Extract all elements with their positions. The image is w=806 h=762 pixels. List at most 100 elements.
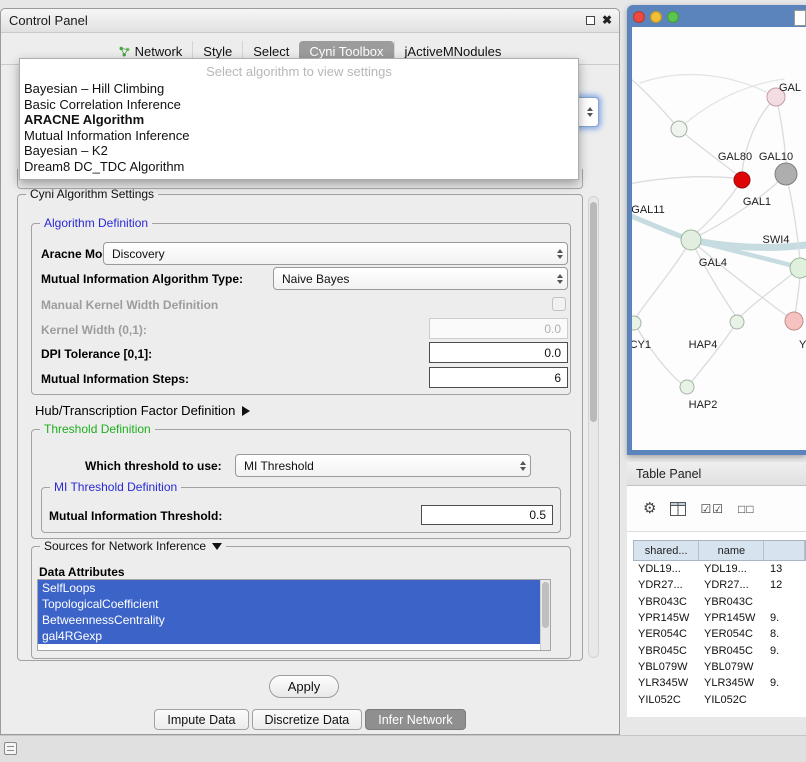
status-strip xyxy=(0,735,806,762)
table-cell[interactable]: YDL19... xyxy=(633,561,699,577)
float-window-icon[interactable] xyxy=(586,16,595,25)
list-scrollbar[interactable] xyxy=(540,580,550,650)
hub-transcription-factor-section[interactable]: Hub/Transcription Factor Definition xyxy=(35,403,250,418)
attribute-item-gal4rgexp[interactable]: gal4RGexp xyxy=(38,628,550,644)
close-icon[interactable]: ✖ xyxy=(602,13,612,28)
graph-node-swi4-node[interactable] xyxy=(790,258,806,278)
table-cell[interactable]: YLR345W xyxy=(699,675,765,691)
table-row[interactable]: YLR345WYLR345W9. xyxy=(633,675,806,691)
settings-scrollbar-thumb[interactable] xyxy=(590,202,597,422)
graph-node[interactable] xyxy=(785,312,803,330)
table-row[interactable]: YDL19...YDL19...13 xyxy=(633,561,806,577)
mi-algorithm-type-select[interactable]: Naive Bayes xyxy=(273,267,568,290)
table-cell[interactable]: YPR145W xyxy=(633,610,699,626)
table-cell[interactable]: 9. xyxy=(765,675,806,691)
table-row[interactable]: YIL052CYIL052C xyxy=(633,691,806,707)
table-cell[interactable]: YBL079W xyxy=(699,659,765,675)
table-cell[interactable]: YIL052C xyxy=(699,691,765,707)
table-cell[interactable]: YDR27... xyxy=(633,577,699,593)
kernel-width-field[interactable]: 0.0 xyxy=(429,318,568,339)
mi-threshold-field[interactable]: 0.5 xyxy=(421,505,553,525)
deselect-all-icon[interactable]: □□ xyxy=(738,502,755,516)
table-row[interactable]: YBR043CYBR043C xyxy=(633,594,806,610)
graph-node-gcy1-node[interactable] xyxy=(632,316,641,330)
algorithm-option-basic-correlation-inference[interactable]: Basic Correlation Inference xyxy=(20,97,578,113)
settings-scrollbar[interactable] xyxy=(588,196,599,658)
table-cell[interactable]: YIL052C xyxy=(633,691,699,707)
table-cell[interactable] xyxy=(765,594,806,610)
list-scrollbar-thumb[interactable] xyxy=(542,582,549,628)
mi-threshold-value: 0.5 xyxy=(529,508,546,522)
graph-node-hap4-node[interactable] xyxy=(730,315,744,329)
dpi-tolerance-field[interactable]: 0.0 xyxy=(429,342,568,363)
attribute-item-topologicalcoefficient[interactable]: TopologicalCoefficient xyxy=(38,596,550,612)
algorithm-option-dream8-dc-tdc-algorithm[interactable]: Dream8 DC_TDC Algorithm xyxy=(20,159,578,175)
manual-kernel-width-checkbox[interactable] xyxy=(552,297,566,311)
table-cell[interactable]: YER054C xyxy=(699,626,765,642)
table-cell[interactable]: YBR045C xyxy=(633,642,699,658)
table-cell[interactable]: YER054C xyxy=(633,626,699,642)
graph-node-hap2-node[interactable] xyxy=(680,380,694,394)
table-row[interactable]: YBR045CYBR045C9. xyxy=(633,642,806,658)
table-cell[interactable]: YDR27... xyxy=(699,577,765,593)
close-traffic-light-icon[interactable] xyxy=(633,11,645,23)
algorithm-option-bayesian-hill-climbing[interactable]: Bayesian – Hill Climbing xyxy=(20,81,578,97)
bottom-tab-infer-network[interactable]: Infer Network xyxy=(365,709,465,730)
table-cell[interactable]: YLR345W xyxy=(633,675,699,691)
table-cell[interactable]: YDL19... xyxy=(699,561,765,577)
graph-edge xyxy=(632,75,679,129)
columns-icon[interactable] xyxy=(670,502,686,516)
which-threshold-select[interactable]: MI Threshold xyxy=(235,454,531,477)
table-cell[interactable] xyxy=(765,659,806,675)
settings-group-title: Cyni Algorithm Settings xyxy=(26,187,158,201)
algorithm-option-mutual-information-inference[interactable]: Mutual Information Inference xyxy=(20,128,578,144)
apply-button[interactable]: Apply xyxy=(269,675,339,698)
bottom-tab-impute-data[interactable]: Impute Data xyxy=(154,709,248,730)
mi-steps-field[interactable]: 6 xyxy=(429,367,568,388)
table-cell[interactable]: 12 xyxy=(765,577,806,593)
table-cell[interactable]: 13 xyxy=(765,561,806,577)
table-row[interactable]: YDR27...YDR27...12 xyxy=(633,577,806,593)
table-cell[interactable]: YBR045C xyxy=(699,642,765,658)
attribute-item-selfloops[interactable]: SelfLoops xyxy=(38,580,550,596)
minimize-traffic-light-icon[interactable] xyxy=(650,11,662,23)
network-corner-widget[interactable] xyxy=(794,10,806,26)
graph-edge xyxy=(740,268,800,317)
restore-panel-icon[interactable] xyxy=(4,742,17,755)
table-cell[interactable]: 8. xyxy=(765,626,806,642)
graph-node-gal10-node[interactable] xyxy=(734,172,750,188)
table-cell[interactable] xyxy=(765,691,806,707)
table-cell[interactable]: YBR043C xyxy=(699,594,765,610)
algorithm-option-bayesian-k2[interactable]: Bayesian – K2 xyxy=(20,143,578,159)
zoom-traffic-light-icon[interactable] xyxy=(667,11,679,23)
algorithm-option-aracne-algorithm[interactable]: ARACNE Algorithm xyxy=(20,112,578,128)
table-row[interactable]: YER054CYER054C8. xyxy=(633,626,806,642)
mi-threshold-label: Mutual Information Threshold: xyxy=(49,509,222,523)
table-cell[interactable]: YPR145W xyxy=(699,610,765,626)
attribute-item-betweennesscentrality[interactable]: BetweennessCentrality xyxy=(38,612,550,628)
table-row[interactable]: YPR145WYPR145W9. xyxy=(633,610,806,626)
graph-edge xyxy=(637,240,691,316)
graph-node[interactable] xyxy=(671,121,687,137)
graph-node[interactable] xyxy=(775,163,797,185)
table-cell[interactable]: 9. xyxy=(765,642,806,658)
data-attributes-list[interactable]: SelfLoopsTopologicalCoefficientBetweenne… xyxy=(37,579,551,651)
bottom-tab-discretize-data[interactable]: Discretize Data xyxy=(252,709,363,730)
column-header-shared[interactable]: shared... xyxy=(634,541,699,560)
network-canvas[interactable]: GALGAL80GAL10GAL11GAL1SWI4GAL4GCY1HAP4HA… xyxy=(632,27,806,450)
column-header-name[interactable]: name xyxy=(699,541,764,560)
network-window-titlebar[interactable] xyxy=(627,5,806,27)
algorithm-definition-title: Algorithm Definition xyxy=(40,216,152,230)
table-cell[interactable]: YBL079W xyxy=(633,659,699,675)
column-header-2[interactable] xyxy=(764,541,805,560)
sources-group-title[interactable]: Sources for Network Inference xyxy=(40,539,226,553)
graph-edge xyxy=(679,79,784,129)
aracne-mode-select[interactable]: Discovery xyxy=(103,242,568,265)
table-cell[interactable]: YBR043C xyxy=(633,594,699,610)
graph-node-gal4-node[interactable] xyxy=(681,230,701,250)
table-cell[interactable]: 9. xyxy=(765,610,806,626)
network-graph[interactable]: GALGAL80GAL10GAL11GAL1SWI4GAL4GCY1HAP4HA… xyxy=(632,27,806,450)
select-all-icon[interactable]: ☑☑ xyxy=(700,502,724,516)
table-row[interactable]: YBL079WYBL079W xyxy=(633,659,806,675)
gear-icon[interactable]: ⚙ xyxy=(643,501,656,516)
